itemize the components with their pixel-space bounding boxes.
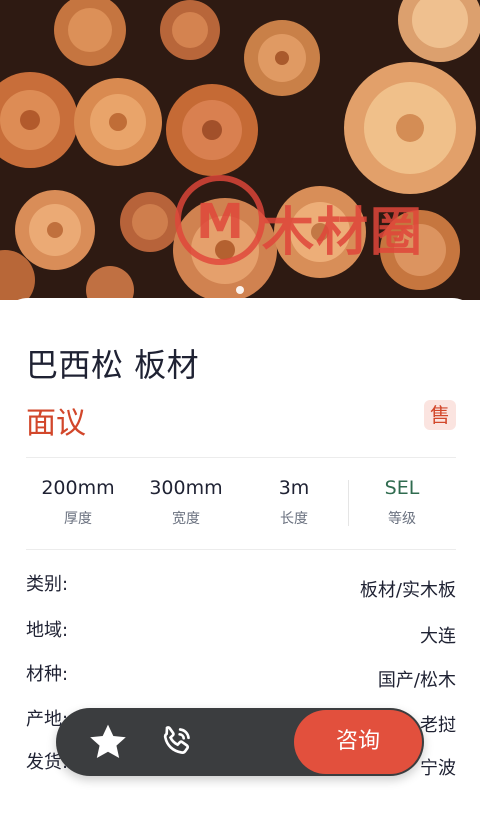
spec-length: 3m 长度 <box>244 474 344 528</box>
favorite-button[interactable] <box>84 718 132 766</box>
spec-separator <box>348 480 349 526</box>
divider <box>26 549 456 550</box>
detail-key: 地域: <box>26 620 69 641</box>
spec-value: 300mm <box>149 477 223 499</box>
detail-value: 板材/实木板 <box>359 580 456 601</box>
detail-value: 大连 <box>420 626 456 647</box>
carousel-indicator <box>236 286 244 294</box>
divider <box>26 457 456 458</box>
spec-grade: SEL 等级 <box>352 474 452 528</box>
spec-value: SEL <box>384 477 420 499</box>
detail-row-category: 类别: 板材/实木板 <box>26 570 456 602</box>
spec-label: 宽度 <box>172 511 200 527</box>
spec-value: 3m <box>278 477 310 499</box>
sale-badge: 售 <box>424 400 456 430</box>
star-icon <box>90 724 126 758</box>
action-bar: 咨询 <box>56 708 424 776</box>
svg-text:M: M <box>196 194 244 250</box>
spec-label: 长度 <box>280 511 308 527</box>
detail-key: 材种: <box>26 664 69 685</box>
detail-row-region: 地域: 大连 <box>26 616 456 648</box>
phone-icon <box>163 726 190 754</box>
product-price: 面议 <box>26 406 86 441</box>
detail-value: 老挝 <box>420 715 456 736</box>
spec-width: 300mm 宽度 <box>136 474 236 528</box>
detail-value: 宁波 <box>420 758 456 779</box>
product-title: 巴西松 板材 <box>26 346 200 384</box>
logo-watermark-text: 木材圈 <box>262 203 425 263</box>
call-button[interactable] <box>152 718 200 766</box>
spec-strip: 200mm 厚度 300mm 宽度 3m 长度 SEL 等级 <box>26 474 456 534</box>
detail-key: 类别: <box>26 574 69 595</box>
spec-label: 厚度 <box>64 511 92 527</box>
spec-label: 等级 <box>388 511 416 527</box>
spec-thickness: 200mm 厚度 <box>28 474 128 528</box>
spec-value: 200mm <box>41 477 115 499</box>
detail-row-species: 材种: 国产/松木 <box>26 660 456 692</box>
detail-value: 国产/松木 <box>377 670 456 691</box>
consult-button[interactable]: 咨询 <box>294 710 422 774</box>
hero-image[interactable]: M 木材圈 <box>0 0 480 300</box>
